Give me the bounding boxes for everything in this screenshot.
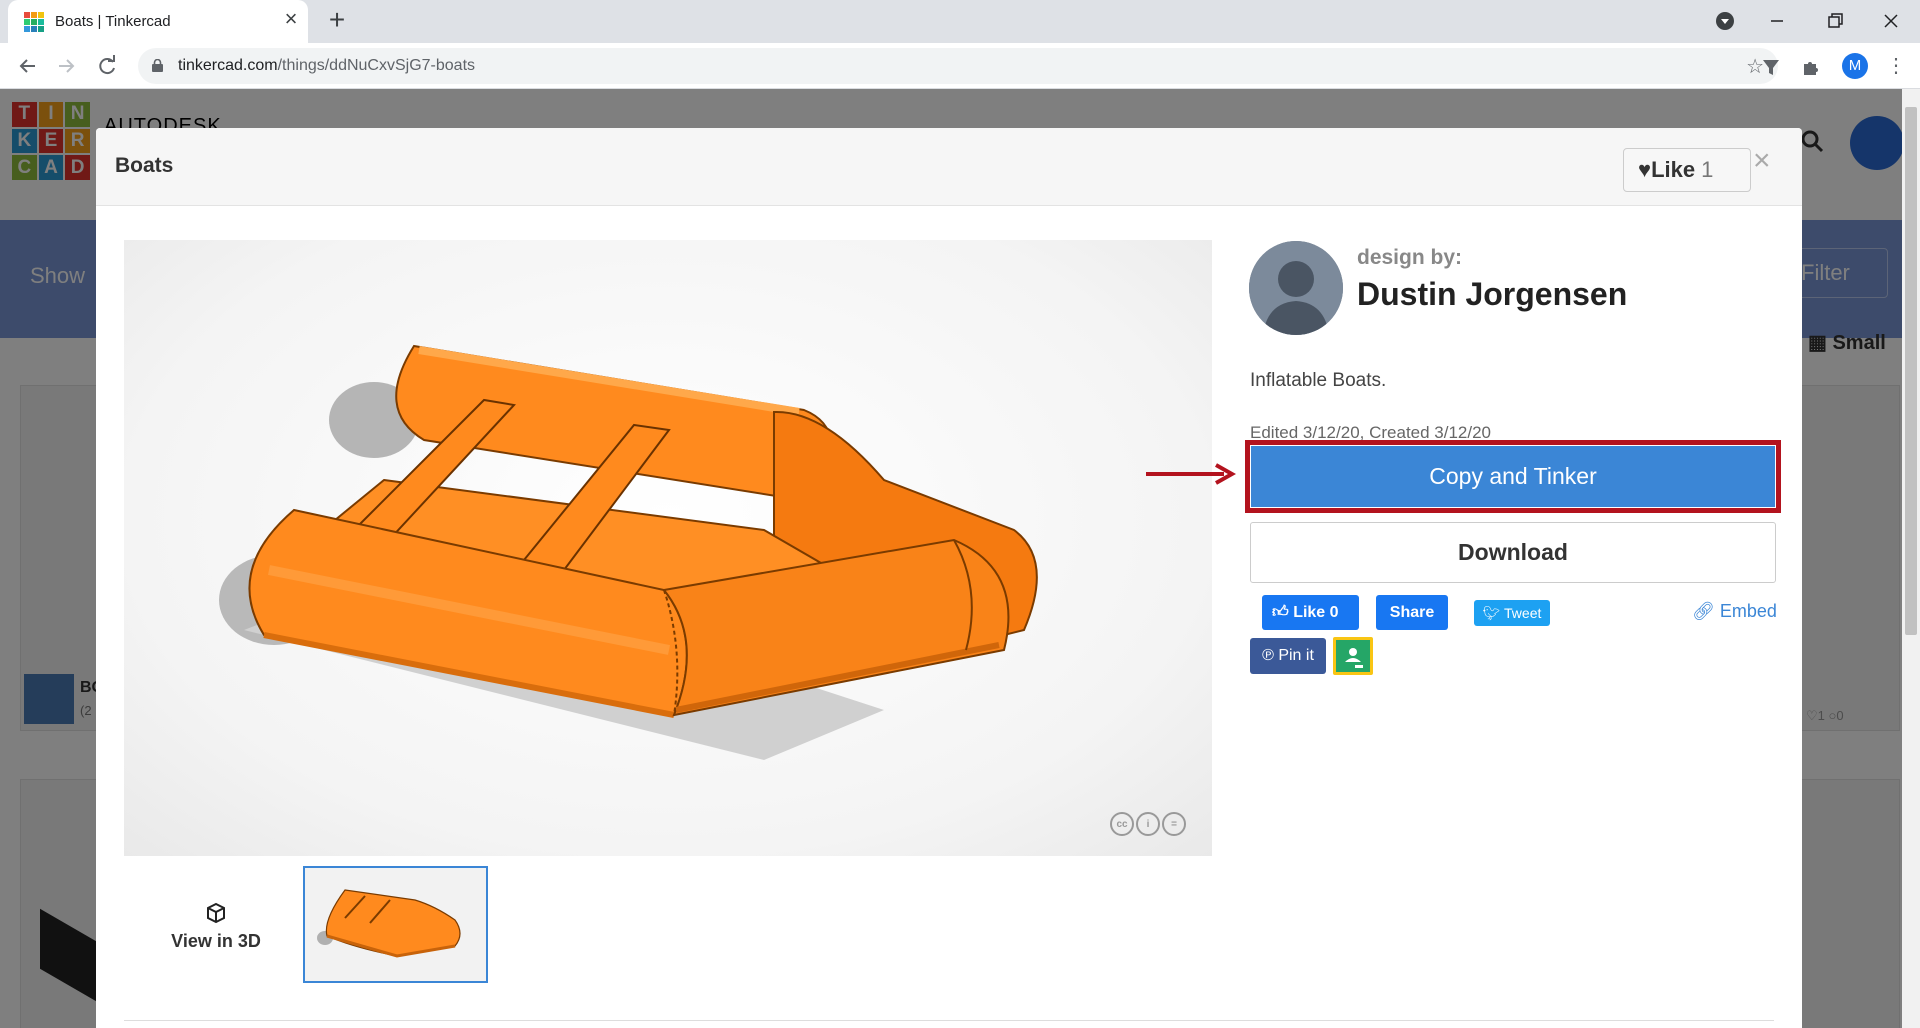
like-button[interactable]: ♥Like 1 bbox=[1623, 148, 1751, 192]
pinterest-icon: ℗ bbox=[1262, 647, 1274, 664]
tab-search-icon[interactable] bbox=[1710, 6, 1740, 36]
like-count: 1 bbox=[1701, 157, 1714, 182]
restore-icon[interactable] bbox=[1820, 6, 1850, 36]
like-label: Like bbox=[1651, 157, 1696, 182]
embed-label: Embed bbox=[1719, 601, 1777, 621]
browser-toolbar: tinkercad.com/things/ddNuCxvSjG7-boats ☆… bbox=[0, 43, 1920, 89]
twitter-bird-icon: 🐦︎ bbox=[1482, 605, 1501, 621]
attribution-icon: i bbox=[1136, 812, 1160, 836]
modal-divider bbox=[124, 1020, 1774, 1021]
modal-title: Boats bbox=[115, 154, 174, 177]
boat-thumbnail bbox=[317, 889, 461, 958]
reload-icon[interactable] bbox=[93, 52, 121, 80]
forward-icon[interactable] bbox=[53, 52, 81, 80]
close-window-icon[interactable] bbox=[1876, 6, 1906, 36]
designer-name-link[interactable]: Dustin Jorgensen bbox=[1357, 276, 1627, 313]
pin-it-label: Pin it bbox=[1278, 647, 1314, 664]
tweet-label: Tweet bbox=[1504, 605, 1542, 621]
minimize-icon[interactable] bbox=[1762, 6, 1792, 36]
boat-image bbox=[219, 344, 1038, 760]
heart-icon: ♥ bbox=[1638, 157, 1652, 182]
tab-title: Boats | Tinkercad bbox=[55, 13, 171, 30]
browser-tab[interactable]: Boats | Tinkercad × bbox=[8, 0, 308, 43]
design-preview[interactable] bbox=[124, 240, 1212, 856]
browser-tab-bar: Boats | Tinkercad × + bbox=[0, 0, 1920, 43]
tweet-button[interactable]: 🐦︎ Tweet bbox=[1474, 600, 1550, 626]
scrollbar-thumb[interactable] bbox=[1905, 107, 1917, 635]
google-classroom-button[interactable] bbox=[1333, 637, 1373, 675]
back-icon[interactable] bbox=[13, 52, 41, 80]
thumbs-up-icon: 👍︎ bbox=[1272, 604, 1289, 621]
close-modal-icon[interactable]: × bbox=[1753, 146, 1771, 176]
share-alike-icon: = bbox=[1162, 812, 1186, 836]
design-description: Inflatable Boats. bbox=[1250, 370, 1387, 391]
google-classroom-icon bbox=[1345, 648, 1363, 668]
lock-icon bbox=[152, 59, 163, 72]
page-scrollbar[interactable] bbox=[1902, 89, 1920, 1028]
design-modal: Boats ♥Like 1 × cc i = View in 3D design… bbox=[96, 128, 1802, 1028]
design-by-label: design by: bbox=[1357, 246, 1463, 269]
creative-commons-badge[interactable]: cc i = bbox=[1110, 812, 1186, 836]
address-bar[interactable]: tinkercad.com/things/ddNuCxvSjG7-boats ☆ bbox=[138, 48, 1778, 84]
modal-header: Boats ♥Like 1 × bbox=[96, 128, 1802, 206]
url-host: tinkercad.com bbox=[178, 57, 278, 74]
view-in-3d-button[interactable]: View in 3D bbox=[156, 902, 276, 962]
profile-avatar[interactable]: M bbox=[1842, 53, 1868, 79]
extensions-puzzle-icon[interactable] bbox=[1800, 56, 1822, 78]
designer-avatar[interactable] bbox=[1249, 241, 1343, 335]
download-button[interactable]: Download bbox=[1250, 522, 1776, 583]
link-icon: 🔗︎ bbox=[1692, 601, 1715, 621]
browser-menu-icon[interactable]: ⋮ bbox=[1886, 53, 1906, 79]
copy-and-tinker-button[interactable]: Copy and Tinker bbox=[1251, 446, 1775, 507]
facebook-like-button[interactable]: 👍︎ Like 0 bbox=[1262, 595, 1359, 630]
annotation-arrow-icon bbox=[1146, 463, 1236, 485]
view-in-3d-label: View in 3D bbox=[171, 931, 261, 951]
facebook-share-button[interactable]: Share bbox=[1376, 595, 1448, 630]
pin-it-button[interactable]: ℗ Pin it bbox=[1250, 638, 1326, 674]
new-tab-icon[interactable]: + bbox=[324, 6, 350, 34]
url-text: tinkercad.com/things/ddNuCxvSjG7-boats bbox=[178, 57, 475, 75]
cc-icon: cc bbox=[1110, 812, 1134, 836]
tinkercad-favicon-icon bbox=[24, 12, 44, 32]
extension-funnel-icon[interactable] bbox=[1760, 56, 1782, 78]
thumbnail-image[interactable] bbox=[303, 866, 488, 983]
facebook-like-label: Like 0 bbox=[1293, 604, 1339, 621]
cube-icon bbox=[207, 902, 225, 924]
url-path: /things/ddNuCxvSjG7-boats bbox=[277, 57, 476, 74]
embed-link[interactable]: 🔗︎ Embed bbox=[1692, 601, 1777, 622]
close-tab-icon[interactable]: × bbox=[280, 8, 302, 30]
default-user-icon bbox=[1249, 241, 1343, 335]
